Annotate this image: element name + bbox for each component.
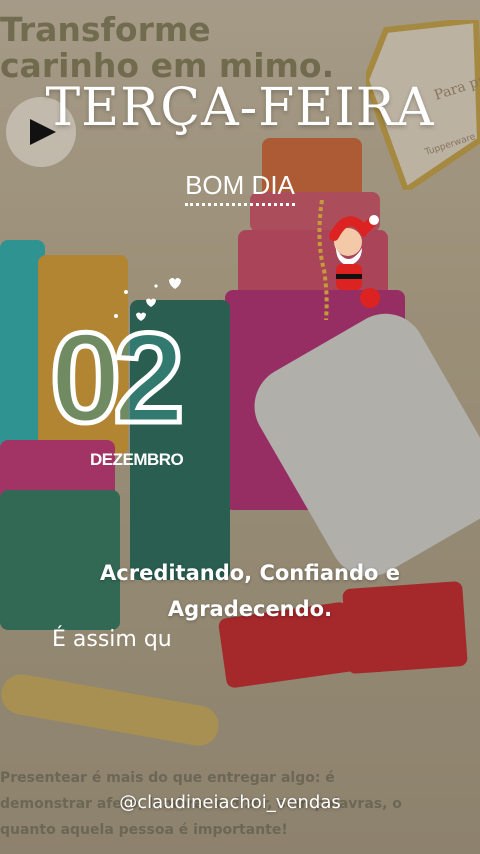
santa-sticker: [317, 200, 380, 320]
weekday-title: TERÇA-FEIRA: [45, 78, 435, 138]
day-number: 02: [50, 322, 191, 442]
hearts-sparkle-icon: [114, 278, 181, 321]
day-number-text: 02: [50, 322, 180, 442]
quote-text: Acreditando, Confiando e Agradecendo.: [100, 561, 400, 621]
month-label: DEZEMBRO: [90, 450, 184, 469]
greeting: BOM DIA: [0, 170, 480, 206]
user-handle[interactable]: @claudineiachoi_vendas: [0, 792, 460, 813]
greeting-text: BOM DIA: [185, 170, 295, 206]
typing-text: É assim qu: [52, 627, 172, 652]
